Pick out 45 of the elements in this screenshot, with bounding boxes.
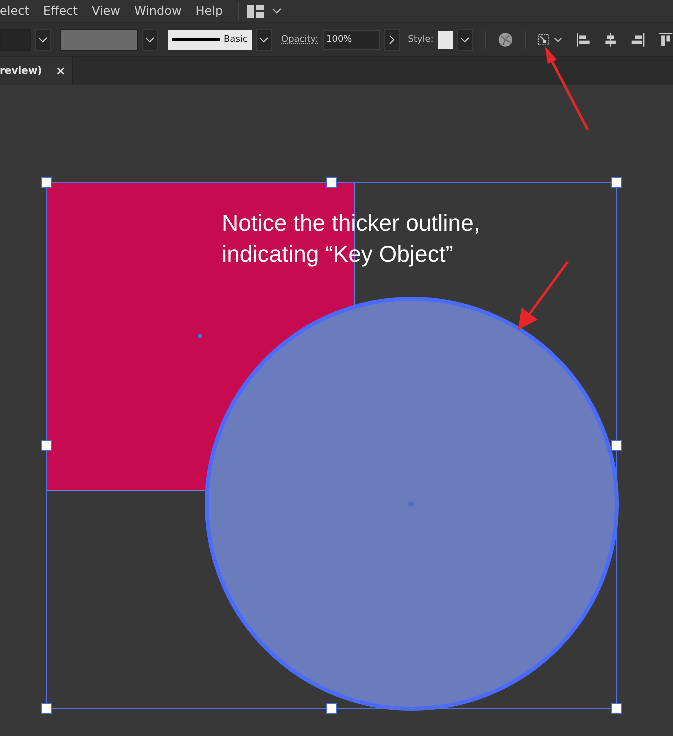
opacity-field[interactable]: 100% — [322, 30, 380, 50]
menu-item[interactable]: Effect — [36, 4, 85, 18]
align-center-icon[interactable] — [604, 32, 618, 48]
selection-handle[interactable] — [612, 704, 622, 714]
stroke-profile[interactable]: Basic — [168, 30, 252, 50]
chevron-icon — [460, 36, 470, 42]
stroke-style-label: Basic — [224, 34, 248, 44]
selection-handle[interactable] — [42, 704, 52, 714]
align-left-icon[interactable] — [577, 32, 591, 48]
selection-handle[interactable] — [326, 704, 338, 714]
stroke-line-icon — [172, 38, 220, 41]
center-point — [409, 502, 414, 506]
selection-handle[interactable] — [42, 440, 52, 452]
style-swatch[interactable] — [438, 30, 454, 48]
opacity-label[interactable]: Opacity: — [282, 34, 318, 44]
chevron-icon — [145, 36, 156, 42]
center-point — [198, 334, 202, 338]
dropdown-button[interactable] — [457, 28, 473, 50]
chevron-icon — [272, 8, 282, 14]
workspace-icon[interactable] — [247, 4, 264, 18]
align-top-icon[interactable] — [659, 32, 673, 48]
dropdown-button[interactable] — [256, 28, 272, 50]
chevron-icon — [389, 34, 396, 44]
selection-handle[interactable] — [612, 440, 622, 452]
selection-handle[interactable] — [612, 178, 622, 188]
dropdown-button[interactable] — [35, 28, 51, 50]
selection-handle[interactable] — [326, 178, 338, 188]
menu-item[interactable]: Help — [188, 4, 230, 18]
style-label: Style: — [408, 34, 434, 44]
dropdown-button[interactable] — [142, 28, 158, 50]
key-object-icon[interactable] — [538, 32, 550, 46]
circle-shape[interactable] — [205, 297, 619, 711]
align-right-icon[interactable] — [630, 32, 645, 48]
document-tab[interactable]: review) × — [0, 57, 73, 85]
chevron-icon — [258, 36, 269, 42]
selection-handle[interactable] — [42, 178, 52, 188]
menu-item[interactable]: Window — [127, 4, 189, 18]
close-button[interactable]: × — [56, 64, 66, 78]
chevron-icon — [554, 36, 562, 42]
annotation-arrow — [518, 261, 569, 330]
menu-item[interactable]: View — [84, 4, 128, 18]
menu-item[interactable]: elect — [0, 4, 36, 18]
chevron-icon — [38, 36, 48, 42]
globe-icon[interactable] — [498, 30, 514, 48]
expand-button[interactable] — [384, 28, 400, 50]
